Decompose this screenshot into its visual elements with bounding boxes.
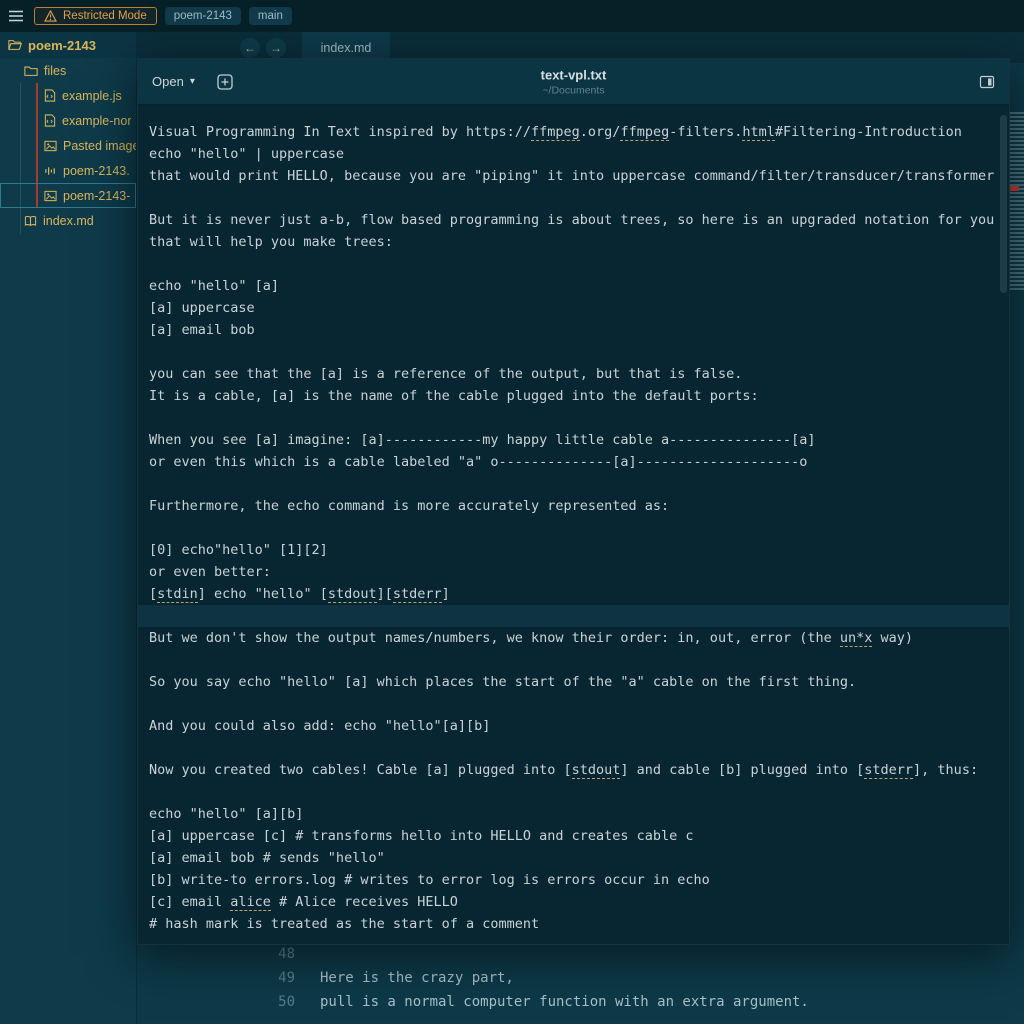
- tree-item-example-js[interactable]: example.js: [0, 83, 136, 108]
- text-line[interactable]: [149, 341, 998, 363]
- text-line[interactable]: [149, 781, 998, 803]
- text-line[interactable]: or even this which is a cable labeled "a…: [149, 451, 998, 473]
- file-audio-icon: [44, 165, 57, 177]
- text-line[interactable]: [138, 605, 1009, 627]
- restricted-mode-label: Restricted Mode: [63, 10, 147, 22]
- navigate-forward-button[interactable]: →: [266, 38, 286, 58]
- workspace-chip[interactable]: poem-2143: [165, 7, 241, 25]
- text-line[interactable]: that will help you make trees:: [149, 231, 998, 253]
- navigate-back-button[interactable]: ←: [240, 38, 260, 58]
- file-code-icon: [44, 89, 56, 102]
- text-line[interactable]: [149, 517, 998, 539]
- tree-item-index-md[interactable]: index.md: [0, 208, 136, 233]
- text-line[interactable]: Visual Programming In Text inspired by h…: [149, 121, 998, 143]
- editor-visible-lines: 48 49 Here is the crazy part, 50 pull is…: [137, 942, 1024, 1014]
- text-line[interactable]: So you say echo "hello" [a] which places…: [149, 671, 998, 693]
- editor-line[interactable]: 48: [137, 942, 1024, 966]
- text-line[interactable]: [149, 473, 998, 495]
- text-line[interactable]: But it is never just a-b, flow based pro…: [149, 209, 998, 231]
- text-line[interactable]: [a] uppercase: [149, 297, 998, 319]
- tree-item-pasted-image[interactable]: Pasted image: [0, 133, 136, 158]
- file-code-icon: [44, 114, 56, 127]
- text-line[interactable]: [a] email bob: [149, 319, 998, 341]
- text-line[interactable]: [149, 187, 998, 209]
- text-line[interactable]: [149, 253, 998, 275]
- line-text: Here is the crazy part,: [320, 970, 514, 986]
- tree-item-files[interactable]: files: [0, 58, 136, 83]
- text-line[interactable]: [0] echo"hello" [1][2]: [149, 539, 998, 561]
- file-explorer: poem-2143 files example.js example-nor P…: [0, 32, 137, 1024]
- restricted-mode-badge[interactable]: Restricted Mode: [34, 7, 157, 25]
- add-button[interactable]: [217, 74, 233, 90]
- text-line[interactable]: [149, 649, 998, 671]
- tree-item-poem-2143[interactable]: poem-2143-: [0, 183, 136, 208]
- chevron-down-icon: ▾: [190, 76, 195, 87]
- document-path: ~/Documents: [541, 84, 607, 96]
- text-line[interactable]: [b] write-to errors.log # writes to erro…: [149, 869, 998, 891]
- text-line[interactable]: Furthermore, the echo command is more ac…: [149, 495, 998, 517]
- overlay-header: Open ▾ text-vpl.txt ~/Documents: [138, 59, 1009, 105]
- text-line[interactable]: [149, 737, 998, 759]
- text-line[interactable]: [149, 693, 998, 715]
- text-line[interactable]: But we don't show the output names/numbe…: [149, 627, 998, 649]
- document-body[interactable]: Visual Programming In Text inspired by h…: [138, 105, 1009, 944]
- file-book-icon: [24, 215, 37, 227]
- line-number: 49: [137, 970, 295, 986]
- warning-icon: [44, 10, 57, 22]
- text-line[interactable]: echo "hello" [a]: [149, 275, 998, 297]
- tree-item-poem-2143[interactable]: poem-2143.: [0, 158, 136, 183]
- editor-line[interactable]: 49 Here is the crazy part,: [137, 966, 1024, 990]
- titlebar: Restricted Mode poem-2143 main: [0, 0, 1024, 32]
- overlay-window: Open ▾ text-vpl.txt ~/Documents Visual P…: [137, 58, 1010, 945]
- line-text: pull is a normal computer function with …: [320, 994, 809, 1010]
- text-line[interactable]: or even better:: [149, 561, 998, 583]
- explorer-root-label: poem-2143: [28, 38, 96, 53]
- text-line[interactable]: [c] email alice # Alice receives HELLO: [149, 891, 998, 913]
- text-line[interactable]: When you see [a] imagine: [a]-----------…: [149, 429, 998, 451]
- menu-icon[interactable]: [8, 8, 26, 24]
- open-to-side-icon[interactable]: [979, 74, 995, 90]
- text-line[interactable]: that would print HELLO, because you are …: [149, 165, 998, 187]
- text-line[interactable]: [stdin] echo "hello" [stdout][stderr]: [149, 583, 998, 605]
- branch-chip[interactable]: main: [249, 7, 292, 25]
- editor-line[interactable]: 50 pull is a normal computer function wi…: [137, 990, 1024, 1014]
- document-title: text-vpl.txt: [541, 67, 607, 82]
- text-line[interactable]: And you could also add: echo "hello"[a][…: [149, 715, 998, 737]
- overlay-titleblock: text-vpl.txt ~/Documents: [541, 67, 607, 96]
- text-line[interactable]: [a] email bob # sends "hello": [149, 847, 998, 869]
- text-line[interactable]: echo "hello" | uppercase: [149, 143, 998, 165]
- line-number: 50: [137, 994, 295, 1010]
- text-line[interactable]: [149, 407, 998, 429]
- folder-icon: [24, 65, 38, 77]
- tree-item-example-nor[interactable]: example-nor: [0, 108, 136, 133]
- text-line[interactable]: It is a cable, [a] is the name of the ca…: [149, 385, 998, 407]
- scrollbar-thumb[interactable]: [1000, 115, 1007, 293]
- explorer-tree: files example.js example-nor Pasted imag…: [0, 58, 136, 233]
- line-number: 48: [137, 946, 295, 962]
- open-button-label: Open: [152, 74, 184, 89]
- file-image-icon: [44, 190, 57, 202]
- open-dropdown-button[interactable]: Open ▾: [152, 74, 195, 89]
- explorer-root-folder[interactable]: poem-2143: [0, 32, 136, 58]
- folder-open-icon: [8, 39, 22, 51]
- file-image-icon: [44, 140, 57, 152]
- text-line[interactable]: you can see that the [a] is a reference …: [149, 363, 998, 385]
- text-line[interactable]: Now you created two cables! Cable [a] pl…: [149, 759, 998, 781]
- text-line[interactable]: [a] uppercase [c] # transforms hello int…: [149, 825, 998, 847]
- text-line[interactable]: # hash mark is treated as the start of a…: [149, 913, 998, 935]
- text-line[interactable]: echo "hello" [a][b]: [149, 803, 998, 825]
